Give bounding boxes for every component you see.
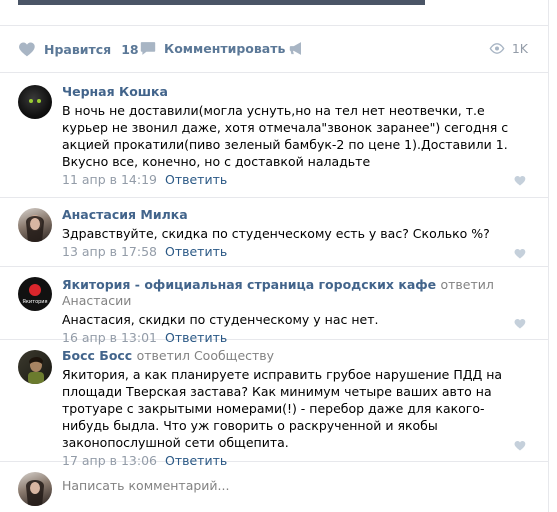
heart-icon[interactable] — [514, 248, 526, 259]
comment-author[interactable]: Черная Кошка — [62, 84, 528, 100]
speech-bubble-icon — [140, 42, 156, 55]
svg-text:Якитория: Якитория — [22, 299, 47, 305]
comment-button[interactable]: Комментировать — [140, 41, 285, 56]
views-count: 1K — [511, 41, 528, 56]
reply-to-label[interactable]: ответил Сообществу — [137, 348, 274, 363]
heart-icon — [19, 42, 35, 57]
comment-author[interactable]: Босс Босс ответил Сообществу — [62, 348, 528, 364]
views-counter: 1K — [489, 41, 528, 56]
avatar[interactable] — [18, 208, 52, 242]
person-avatar-image — [26, 480, 44, 506]
share-button[interactable] — [289, 41, 313, 56]
heart-icon[interactable] — [514, 440, 526, 451]
comment-author[interactable]: Якитория - официальная страница городски… — [62, 277, 528, 309]
like-button[interactable]: Нравится 18 — [18, 41, 139, 57]
avatar[interactable] — [18, 85, 52, 119]
heart-icon[interactable] — [514, 318, 526, 329]
person-avatar-image — [28, 356, 44, 384]
eye-icon — [489, 43, 505, 54]
comment-text: Здравствуйте, скидка по студенческому ес… — [62, 226, 490, 241]
comment-item: Якитория Якитория - официальная страница… — [0, 267, 548, 345]
author-name[interactable]: Анастасия Милка — [62, 207, 188, 222]
post-comments-panel: Нравится 18 Комментировать 1K Черная Кош… — [0, 0, 549, 512]
reply-link[interactable]: Ответить — [165, 244, 227, 259]
avatar[interactable] — [18, 350, 52, 384]
comment-text: В ночь не доставили(могла уснуть,но на т… — [62, 103, 509, 169]
post-actions-bar: Нравится 18 Комментировать 1K — [0, 25, 548, 73]
megaphone-icon — [289, 42, 301, 55]
comment-item: Черная Кошка В ночь не доставили(могла у… — [0, 73, 548, 198]
like-label: Нравится — [44, 41, 112, 57]
author-name[interactable]: Черная Кошка — [62, 84, 168, 99]
comment-date[interactable]: 13 апр в 17:58 — [62, 244, 157, 259]
comment-text: Анастасия, скидки по студенческому у нас… — [62, 312, 379, 327]
comment-author[interactable]: Анастасия Милка — [62, 207, 528, 223]
person-avatar-image — [26, 215, 44, 242]
author-name[interactable]: Якитория - официальная страница городски… — [62, 277, 436, 292]
yakitoria-logo-icon: Якитория — [22, 284, 48, 305]
heart-icon[interactable] — [514, 175, 526, 186]
comment-composer: Написать комментарий... — [0, 462, 548, 512]
author-name[interactable]: Босс Босс — [62, 348, 132, 363]
post-photo-edge[interactable] — [18, 0, 425, 5]
comment-item: Анастасия Милка Здравствуйте, скидка по … — [0, 198, 548, 267]
like-count: 18 — [121, 41, 139, 57]
comment-input[interactable]: Написать комментарий... — [62, 478, 229, 493]
comment-label: Комментировать — [164, 41, 286, 56]
cat-avatar-image — [29, 99, 41, 103]
avatar[interactable]: Якитория — [18, 277, 52, 311]
comment-item: Босс Босс ответил Сообществу Якитория, а… — [0, 340, 548, 468]
reply-link[interactable]: Ответить — [165, 172, 227, 187]
avatar[interactable] — [18, 472, 52, 506]
comment-date[interactable]: 11 апр в 14:19 — [62, 172, 157, 187]
comment-text: Якитория, а как планируете исправить гру… — [62, 367, 503, 450]
